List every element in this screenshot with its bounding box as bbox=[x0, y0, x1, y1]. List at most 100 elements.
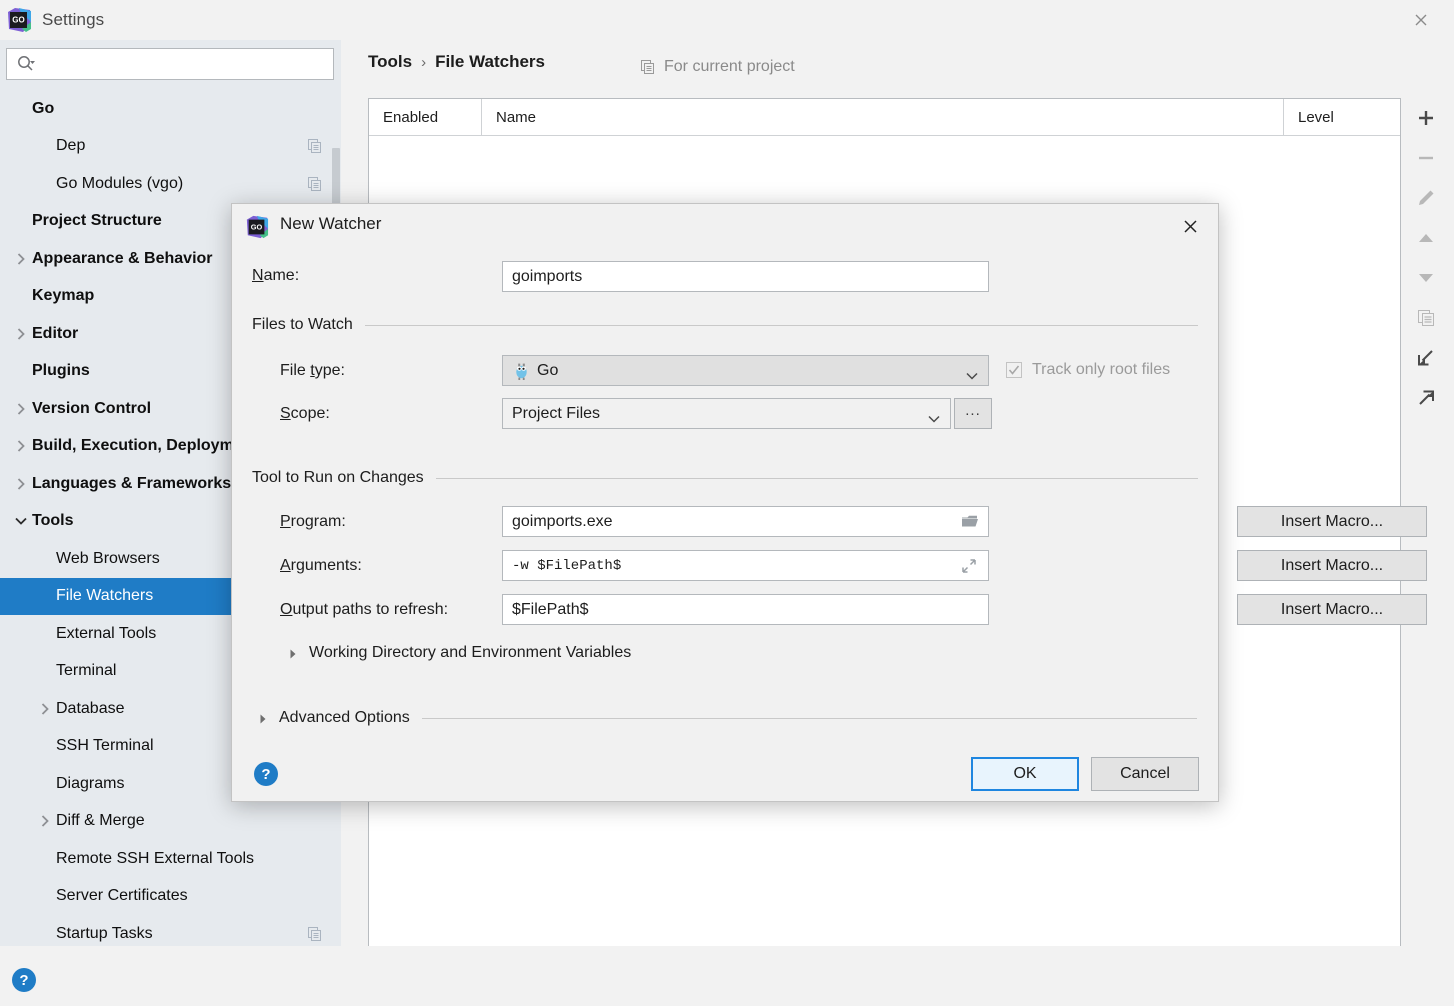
scope-browse-button[interactable]: ... bbox=[954, 398, 992, 429]
expand-icon[interactable] bbox=[961, 558, 979, 574]
sidebar-item-server-certificates[interactable]: Server Certificates bbox=[0, 878, 341, 916]
output-paths-label-mnemonic: O bbox=[280, 601, 293, 618]
sidebar-item-label: Remote SSH External Tools bbox=[56, 849, 255, 867]
breadcrumb-parent[interactable]: Tools bbox=[368, 52, 412, 72]
search-input[interactable] bbox=[40, 55, 333, 73]
window-close-button[interactable] bbox=[1388, 0, 1454, 40]
dialog-titlebar: GO New Watcher bbox=[232, 204, 1218, 248]
twisty-placeholder bbox=[38, 664, 52, 678]
scope-combobox[interactable]: Project Files bbox=[502, 398, 951, 429]
files-to-watch-section: Files to Watch bbox=[252, 316, 1198, 334]
move-down-button[interactable] bbox=[1403, 258, 1449, 298]
chevron-down-icon[interactable] bbox=[14, 514, 28, 528]
scope-value: Project Files bbox=[512, 404, 601, 422]
dialog-help-button[interactable]: ? bbox=[254, 762, 278, 786]
sidebar-item-label: Plugins bbox=[32, 362, 90, 380]
twisty-placeholder bbox=[38, 139, 52, 153]
dialog-cancel-button[interactable]: Cancel bbox=[1091, 757, 1199, 791]
advanced-options-label: Advanced Options bbox=[279, 709, 410, 726]
arguments-input[interactable]: -w $FilePath$ bbox=[502, 550, 989, 581]
sidebar-item-label: Database bbox=[56, 699, 125, 717]
sidebar-item-label: Terminal bbox=[56, 662, 117, 680]
file-type-label-rest: ype: bbox=[314, 362, 345, 379]
copy-icon[interactable] bbox=[307, 138, 323, 154]
sidebar-item-label: Go Modules (vgo) bbox=[56, 174, 184, 192]
sidebar-item-label: Tools bbox=[32, 512, 74, 530]
track-only-root-files-label: Track only root files bbox=[1032, 361, 1171, 378]
copy-icon[interactable] bbox=[1403, 298, 1449, 338]
import-icon[interactable] bbox=[1403, 338, 1449, 378]
track-only-root-files-checkbox[interactable] bbox=[1006, 362, 1022, 378]
sidebar-item-dep[interactable]: Dep bbox=[0, 128, 341, 166]
sidebar-item-label: Project Structure bbox=[32, 212, 162, 230]
add-button[interactable] bbox=[1403, 98, 1449, 138]
working-directory-expander[interactable]: Working Directory and Environment Variab… bbox=[287, 644, 631, 662]
table-header: Enabled Name Level bbox=[369, 99, 1400, 136]
settings-search[interactable] bbox=[6, 48, 334, 80]
sidebar-item-label: Build, Execution, Deployment bbox=[32, 437, 258, 455]
search-icon bbox=[16, 54, 36, 74]
sidebar-item-go-modules-vgo[interactable]: Go Modules (vgo) bbox=[0, 165, 341, 203]
chevron-right-icon[interactable] bbox=[38, 814, 52, 828]
arguments-insert-macro-button[interactable]: Insert Macro... bbox=[1237, 550, 1427, 581]
move-up-button[interactable] bbox=[1403, 218, 1449, 258]
goland-logo-icon: GO bbox=[6, 7, 32, 33]
sidebar-item-startup-tasks[interactable]: Startup Tasks bbox=[0, 915, 341, 946]
chevron-down-icon bbox=[966, 367, 978, 380]
column-header-enabled[interactable]: Enabled bbox=[369, 99, 482, 135]
twisty-placeholder bbox=[38, 777, 52, 791]
export-icon[interactable] bbox=[1403, 378, 1449, 418]
window-titlebar: GO Settings bbox=[0, 0, 1454, 40]
chevron-right-icon[interactable] bbox=[14, 477, 28, 491]
chevron-right-icon bbox=[287, 647, 299, 659]
section-divider bbox=[421, 717, 1197, 719]
copy-icon[interactable] bbox=[307, 176, 323, 192]
sidebar-item-diff-merge[interactable]: Diff & Merge bbox=[0, 803, 341, 841]
chevron-right-icon[interactable] bbox=[14, 252, 28, 266]
arguments-label: Arguments: bbox=[280, 557, 362, 575]
chevron-right-icon[interactable] bbox=[14, 439, 28, 453]
dialog-ok-button[interactable]: OK bbox=[971, 757, 1079, 791]
column-header-level[interactable]: Level bbox=[1284, 99, 1400, 135]
help-button[interactable]: ? bbox=[12, 968, 36, 992]
sidebar-item-label: Editor bbox=[32, 324, 79, 342]
remove-button[interactable] bbox=[1403, 138, 1449, 178]
program-insert-macro-button[interactable]: Insert Macro... bbox=[1237, 506, 1427, 537]
track-only-root-files-row[interactable]: Track only root files bbox=[1006, 361, 1170, 379]
file-type-combobox[interactable]: Go bbox=[502, 355, 989, 386]
pencil-icon[interactable] bbox=[1403, 178, 1449, 218]
sidebar-item-remote-ssh-external-tools[interactable]: Remote SSH External Tools bbox=[0, 840, 341, 878]
twisty-placeholder bbox=[38, 927, 52, 941]
chevron-right-icon[interactable] bbox=[14, 327, 28, 341]
twisty-placeholder bbox=[38, 739, 52, 753]
file-type-label: File type: bbox=[280, 362, 345, 380]
new-watcher-dialog: GO New Watcher Name: goimports Files to … bbox=[231, 203, 1427, 802]
column-header-name[interactable]: Name bbox=[482, 99, 1284, 135]
program-value: goimports.exe bbox=[512, 512, 613, 530]
output-paths-insert-macro-button[interactable]: Insert Macro... bbox=[1237, 594, 1427, 625]
sidebar-item-label: Languages & Frameworks bbox=[32, 474, 232, 492]
name-input[interactable]: goimports bbox=[502, 261, 989, 292]
sidebar-item-label: File Watchers bbox=[56, 587, 154, 605]
chevron-down-icon bbox=[928, 410, 940, 423]
sidebar-item-label: Diagrams bbox=[56, 774, 125, 792]
twisty-placeholder bbox=[38, 852, 52, 866]
folder-icon[interactable] bbox=[961, 514, 979, 530]
chevron-right-icon[interactable] bbox=[14, 402, 28, 416]
section-divider bbox=[364, 324, 1198, 326]
output-paths-input[interactable]: $FilePath$ bbox=[502, 594, 989, 625]
output-paths-label: Output paths to refresh: bbox=[280, 601, 448, 619]
section-divider bbox=[435, 477, 1198, 479]
twisty-placeholder bbox=[14, 102, 28, 116]
sidebar-item-go[interactable]: Go bbox=[0, 90, 341, 128]
dialog-close-button[interactable] bbox=[1168, 209, 1212, 243]
sidebar-item-label: Web Browsers bbox=[56, 549, 160, 567]
chevron-right-icon[interactable] bbox=[38, 702, 52, 716]
files-to-watch-label: Files to Watch bbox=[252, 316, 353, 333]
advanced-options-section[interactable]: Advanced Options bbox=[257, 709, 1197, 727]
copy-icon[interactable] bbox=[307, 926, 323, 942]
breadcrumb: Tools › File Watchers bbox=[368, 52, 545, 72]
program-input[interactable]: goimports.exe bbox=[502, 506, 989, 537]
scope-label-rest: cope: bbox=[290, 405, 330, 422]
svg-text:GO: GO bbox=[251, 222, 263, 231]
